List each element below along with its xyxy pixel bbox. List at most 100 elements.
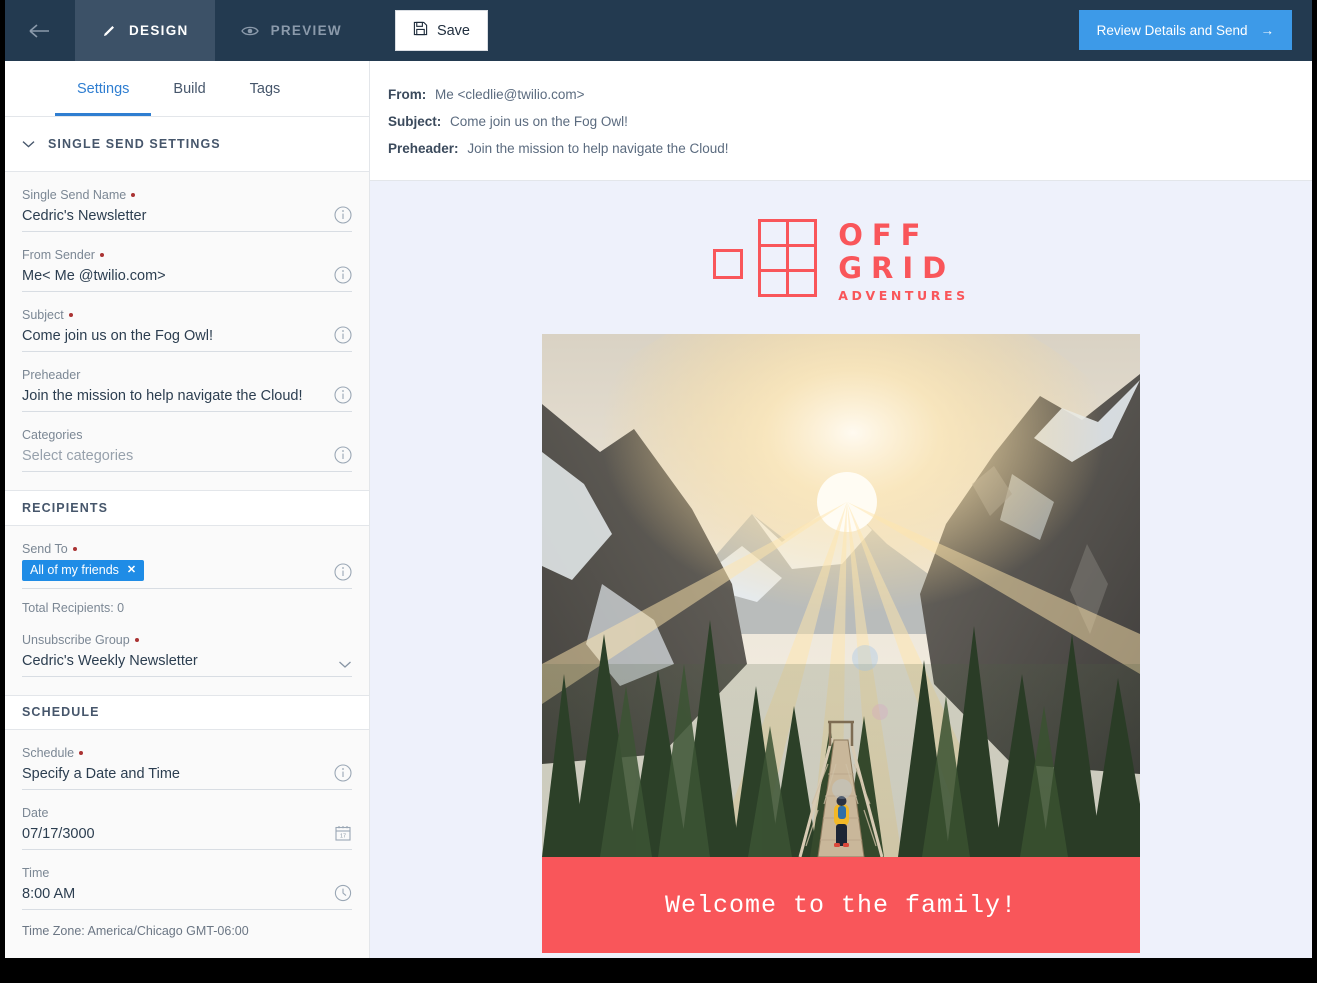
top-toolbar: DESIGN PREVIEW Save Review Det xyxy=(5,0,1312,61)
clock-icon[interactable] xyxy=(334,884,352,902)
info-icon[interactable] xyxy=(334,446,352,464)
schedule-section-header: SCHEDULE xyxy=(5,695,369,730)
field-from-sender-label-row: From Sender xyxy=(22,248,352,262)
required-dot xyxy=(79,751,83,755)
field-time-label: Time xyxy=(22,866,49,880)
single-send-settings-fields: Single Send Name Cedric's Newsletter Fro… xyxy=(5,172,369,490)
info-icon[interactable] xyxy=(334,206,352,224)
logo-mark-icon xyxy=(713,219,820,304)
email-meta: From: Me <cledlie@twilio.com> Subject: C… xyxy=(370,61,1312,181)
field-preheader-value[interactable]: Join the mission to help navigate the Cl… xyxy=(22,388,326,404)
field-from-sender-value[interactable]: Me< Me @twilio.com> xyxy=(22,268,326,284)
field-time-value[interactable]: 8:00 AM xyxy=(22,886,326,902)
save-button[interactable]: Save xyxy=(395,10,488,51)
brand-logo-block: OFF GRID ADVENTURES xyxy=(370,181,1312,304)
email-meta-preheader-value: Join the mission to help navigate the Cl… xyxy=(467,141,728,156)
info-icon[interactable] xyxy=(334,563,352,581)
email-meta-subject-value: Come join us on the Fog Owl! xyxy=(450,114,628,129)
field-schedule-value[interactable]: Specify a Date and Time xyxy=(22,766,326,782)
settings-sidebar: Settings Build Tags SINGLE SEND SETTINGS xyxy=(5,61,370,958)
field-date-label: Date xyxy=(22,806,48,820)
field-from-sender[interactable]: From Sender Me< Me @twilio.com> xyxy=(22,232,352,292)
eye-icon xyxy=(241,24,259,38)
email-meta-preheader-label: Preheader: xyxy=(388,141,459,156)
field-send-to-label-row: Send To xyxy=(22,542,352,556)
info-icon[interactable] xyxy=(334,326,352,344)
info-icon[interactable] xyxy=(334,386,352,404)
field-send-to-label: Send To xyxy=(22,542,68,556)
required-dot xyxy=(73,547,77,551)
email-preview-canvas[interactable]: OFF GRID ADVENTURES xyxy=(370,181,1312,958)
info-icon[interactable] xyxy=(334,764,352,782)
send-to-chip-container: All of my friends ✕ xyxy=(22,560,326,581)
field-unsubscribe-group[interactable]: Unsubscribe Group Cedric's Weekly Newsle… xyxy=(22,617,352,695)
recipients-section-header: RECIPIENTS xyxy=(5,490,369,525)
single-send-settings-title: SINGLE SEND SETTINGS xyxy=(48,137,221,151)
back-button[interactable] xyxy=(5,0,75,61)
calendar-day-number: 17 xyxy=(340,834,346,840)
hero-banner: Welcome to the family! xyxy=(542,857,1140,953)
field-subject-value[interactable]: Come join us on the Fog Owl! xyxy=(22,328,326,344)
field-categories[interactable]: Categories Select categories xyxy=(22,412,352,490)
review-details-and-send-button[interactable]: Review Details and Send → xyxy=(1079,10,1292,50)
calendar-icon[interactable]: 17 xyxy=(334,824,352,842)
field-unsubscribe-group-label: Unsubscribe Group xyxy=(22,633,130,647)
hero-card: Welcome to the family! xyxy=(542,334,1140,953)
field-schedule-label: Schedule xyxy=(22,746,74,760)
brand-logo-line1: OFF xyxy=(838,221,969,250)
required-dot xyxy=(131,193,135,197)
field-schedule[interactable]: Schedule Specify a Date and Time xyxy=(22,730,352,790)
recipients-fields: Send To All of my friends ✕ xyxy=(5,526,369,695)
chevron-down-icon[interactable] xyxy=(338,660,352,669)
hero-image xyxy=(542,334,1140,857)
recipient-chip[interactable]: All of my friends ✕ xyxy=(22,560,144,581)
email-meta-from: From: Me <cledlie@twilio.com> xyxy=(388,87,1312,102)
hero-banner-text: Welcome to the family! xyxy=(665,891,1017,920)
field-schedule-label-row: Schedule xyxy=(22,746,352,760)
tab-preview[interactable]: PREVIEW xyxy=(215,0,368,61)
field-categories-value[interactable]: Select categories xyxy=(22,448,326,464)
field-subject[interactable]: Subject Come join us on the Fog Owl! xyxy=(22,292,352,352)
arrow-left-icon xyxy=(29,23,51,39)
field-subject-label: Subject xyxy=(22,308,64,322)
tab-design[interactable]: DESIGN xyxy=(75,0,215,61)
tab-design-label: DESIGN xyxy=(129,23,189,38)
field-send-to[interactable]: Send To All of my friends ✕ xyxy=(22,526,352,589)
field-date[interactable]: Date 07/17/3000 17 xyxy=(22,790,352,850)
tab-preview-label: PREVIEW xyxy=(271,23,342,38)
sidebar-tab-build[interactable]: Build xyxy=(151,61,227,116)
sidebar-tab-build-label: Build xyxy=(173,81,205,97)
save-button-label: Save xyxy=(437,23,470,39)
field-single-send-name-value[interactable]: Cedric's Newsletter xyxy=(22,208,326,224)
sidebar-tab-tags[interactable]: Tags xyxy=(228,61,303,116)
review-button-label: Review Details and Send xyxy=(1097,23,1248,38)
field-single-send-name[interactable]: Single Send Name Cedric's Newsletter xyxy=(22,172,352,232)
field-from-sender-label: From Sender xyxy=(22,248,95,262)
required-dot xyxy=(69,313,73,317)
brand-logo: OFF GRID ADVENTURES xyxy=(713,219,969,304)
chevron-down-icon xyxy=(22,135,35,153)
sidebar-tab-tags-label: Tags xyxy=(250,81,281,97)
field-subject-label-row: Subject xyxy=(22,308,352,322)
field-preheader[interactable]: Preheader Join the mission to help navig… xyxy=(22,352,352,412)
arrow-right-icon: → xyxy=(1261,23,1275,38)
app-window: DESIGN PREVIEW Save Review Det xyxy=(5,0,1312,958)
close-icon[interactable]: ✕ xyxy=(127,563,136,576)
field-date-label-row: Date xyxy=(22,806,352,820)
single-send-settings-header[interactable]: SINGLE SEND SETTINGS xyxy=(5,117,369,172)
email-meta-from-value: Me <cledlie@twilio.com> xyxy=(435,87,585,102)
required-dot xyxy=(100,253,104,257)
brand-logo-line2: GRID xyxy=(838,254,969,283)
sidebar-tab-settings-label: Settings xyxy=(77,81,129,97)
field-unsubscribe-group-value[interactable]: Cedric's Weekly Newsletter xyxy=(22,653,330,669)
info-icon[interactable] xyxy=(334,266,352,284)
field-date-value[interactable]: 07/17/3000 xyxy=(22,826,326,842)
hero-illustration xyxy=(542,334,1140,857)
recipients-title: RECIPIENTS xyxy=(22,501,108,515)
email-meta-preheader: Preheader: Join the mission to help navi… xyxy=(388,141,1312,156)
schedule-fields: Schedule Specify a Date and Time Date xyxy=(5,730,369,958)
main-panel: From: Me <cledlie@twilio.com> Subject: C… xyxy=(370,61,1312,958)
field-time[interactable]: Time 8:00 AM xyxy=(22,850,352,910)
email-meta-from-label: From: xyxy=(388,87,426,102)
sidebar-tab-settings[interactable]: Settings xyxy=(55,61,151,116)
